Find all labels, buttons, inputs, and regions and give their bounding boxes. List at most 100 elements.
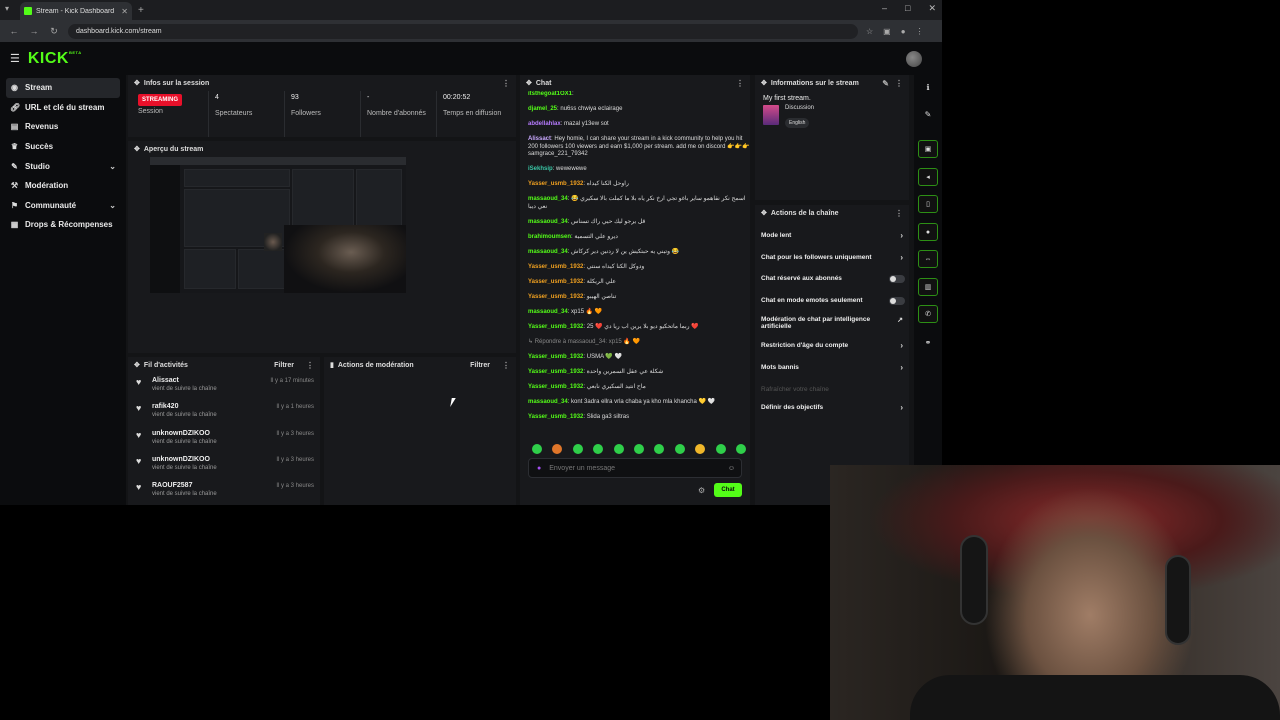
send-chat-button[interactable]: Chat [714,483,742,497]
close-window-icon[interactable]: ✕ [928,3,936,14]
emote-icon[interactable] [654,444,665,454]
chat-message[interactable]: Yasser_usmb_1932: تناصن الهيبو [528,294,750,302]
chat-message[interactable]: massaoud_34: xp15 🔥 🧡 [528,309,750,317]
chat-username[interactable]: Yasser_usmb_1932 [528,324,583,330]
back-icon[interactable]: ← [8,26,20,36]
chat-message[interactable]: massaoud_34: kont 3adra ellra vrla chaba… [528,399,750,407]
emote-icon[interactable] [715,444,726,454]
chat-username[interactable]: Yasser_usmb_1932 [528,354,583,360]
set-goals-row[interactable]: Définir des objectifs › [755,399,909,421]
chat-message[interactable]: ↳ Répondre à massaoud_34: xp15 🔥 🧡 [528,339,750,347]
chat-message[interactable]: massaoud_34: اسمح نكر نقاهمو ساير باغو ت… [528,196,750,211]
chat-message[interactable]: Yasser_usmb_1932: شكلة عي عقل السمرين وا… [528,369,750,377]
chat-username[interactable]: itsthegoat1OX1 [528,91,572,97]
url-input[interactable]: dashboard.kick.com/stream [68,23,858,39]
chat-username[interactable]: Yasser_usmb_1932 [528,279,583,285]
chat-message[interactable]: Yasser_usmb_1932: Slida ga3 siltras [528,414,750,422]
chat-username[interactable]: abdellahlax [528,121,561,127]
sidebar-item-drops[interactable]: ▦ Drops & Récompenses [6,215,120,235]
chat-message[interactable]: Yasser_usmb_1932: راوحل الكنا كيداه [528,181,750,189]
emote-icon[interactable] [552,444,563,454]
emote-icon[interactable] [735,444,746,454]
sidebar-item-community[interactable]: ⚑ Communauté ⌄ [6,196,120,216]
chat-message[interactable]: itsthegoat1OX1: [528,91,750,99]
user-avatar[interactable] [906,51,922,67]
chat-bubble-icon[interactable]: ● [918,223,938,241]
chat-message[interactable]: brahimoumsen: ديرو علي التسمية [528,234,750,242]
more-options-icon[interactable]: ⋮ [895,209,903,218]
list-item[interactable]: ♥ unknownDZIKOO vient de suivre la chaîn… [128,426,320,452]
prediction-icon[interactable]: ▥ [918,278,938,296]
chat-username[interactable]: massaoud_34 [528,219,568,225]
sidebar-item-achievements[interactable]: ♛ Succès [6,137,120,157]
poll-icon[interactable]: ▯ [918,195,938,213]
move-handle-icon[interactable]: ✥ [761,79,767,87]
chat-username[interactable]: iSekhsip [528,166,553,172]
browser-menu-icon[interactable]: ⋮ [916,27,924,36]
hamburger-menu-icon[interactable]: ☰ [10,52,20,65]
sidebar-item-moderation[interactable]: ⚒ Modération [6,176,120,196]
emote-icon[interactable] [532,444,542,454]
banned-words-row[interactable]: Mots bannis › [755,359,909,381]
info-icon[interactable]: ℹ [918,78,938,96]
filter-button[interactable]: Filtrer [470,362,490,369]
extension-icon[interactable]: ▣ [883,27,891,36]
followers-only-row[interactable]: Chat pour les followers uniquement › [755,249,909,271]
emote-icon[interactable] [695,444,706,454]
move-handle-icon[interactable]: ✥ [761,209,767,217]
reload-icon[interactable]: ↻ [48,26,60,37]
chat-username[interactable]: Alissact [528,136,551,142]
new-tab-icon[interactable]: + [138,5,144,16]
ai-moderation-row[interactable]: Modération de chat par intelligence arti… [755,313,909,337]
chat-message[interactable]: massaoud_34: وتيني يه حبتكيش ين لا ردنين… [528,249,750,257]
chat-message[interactable]: abdellahlax: mazal y13ew sot [528,121,750,129]
move-handle-icon[interactable]: ✥ [134,145,140,153]
browser-tab[interactable]: Stream - Kick Dashboard ✕ [20,2,132,20]
chat-message[interactable]: iSekhsip: wewewewe [528,166,750,174]
chat-message[interactable]: Yasser_usmb_1932: ودوكل الكنا كيداه سنتي [528,264,750,272]
slow-mode-row[interactable]: Mode lent › [755,227,909,249]
chat-username[interactable]: massaoud_34 [528,309,568,315]
emote-icon[interactable] [674,444,685,454]
wrench-icon[interactable]: ✆ [918,305,938,323]
sidebar-item-stream[interactable]: ◉ Stream [6,78,120,98]
more-options-icon[interactable]: ⋮ [895,79,903,88]
more-options-icon[interactable]: ⋮ [502,361,510,370]
chat-message[interactable]: Yasser_usmb_1932: علي الريكلة [528,279,750,287]
emote-icon[interactable] [613,444,624,454]
edit-icon[interactable]: ✎ [882,79,889,88]
sidebar-item-studio[interactable]: ✎ Studio ⌄ [6,156,120,176]
clip-icon[interactable]: ▣ [918,140,938,158]
list-item[interactable]: ♥ rafik420 vient de suivre la chaîne Il … [128,399,320,425]
list-item[interactable]: ♥ RAOUF2587 vient de suivre la chaîne Il… [128,478,320,498]
raid-icon[interactable]: ◂ [918,168,938,186]
chat-username[interactable]: Yasser_usmb_1932 [528,294,583,300]
chat-message-list[interactable]: itsthegoat1OX1: djamel_25: nu6ss chwiya … [528,91,750,421]
emote-icon[interactable] [593,444,604,454]
sidebar-item-revenue[interactable]: ▤ Revenus [6,117,120,137]
share-icon[interactable]: ⚭ [918,333,938,351]
chat-username[interactable]: massaoud_34 [528,249,568,255]
chat-username[interactable]: Yasser_usmb_1932 [528,369,583,375]
subscribers-only-toggle[interactable] [889,275,905,284]
chat-message-input[interactable]: ● Envoyer un message ☺ [528,458,742,478]
stream-preview-video[interactable] [150,157,406,293]
move-handle-icon[interactable]: ✥ [134,361,140,369]
maximize-icon[interactable]: □ [905,3,910,14]
emote-icon[interactable] [633,444,644,454]
more-options-icon[interactable]: ⋮ [736,79,744,88]
chat-message[interactable]: Yasser_usmb_1932: USMA 💚 🤍 [528,354,750,362]
profile-icon[interactable]: ● [901,27,906,36]
tab-search-icon[interactable]: ▾ [5,4,9,13]
gear-icon[interactable]: ⚙ [698,486,705,495]
bookmark-star-icon[interactable]: ☆ [866,27,873,36]
chat-username[interactable]: massaoud_34 [528,196,568,202]
filter-button[interactable]: Filtrer [274,362,294,369]
chat-username[interactable]: Yasser_usmb_1932 [528,414,583,420]
microphone-icon[interactable]: ● [537,465,541,472]
emote-icon[interactable] [572,444,583,454]
chat-message[interactable]: massaoud_34: قل يرجو ليك حيي راك تسناس [528,219,750,227]
minimize-icon[interactable]: – [882,3,887,14]
more-options-icon[interactable]: ⋮ [306,361,314,370]
chat-username[interactable]: Yasser_usmb_1932 [528,181,583,187]
